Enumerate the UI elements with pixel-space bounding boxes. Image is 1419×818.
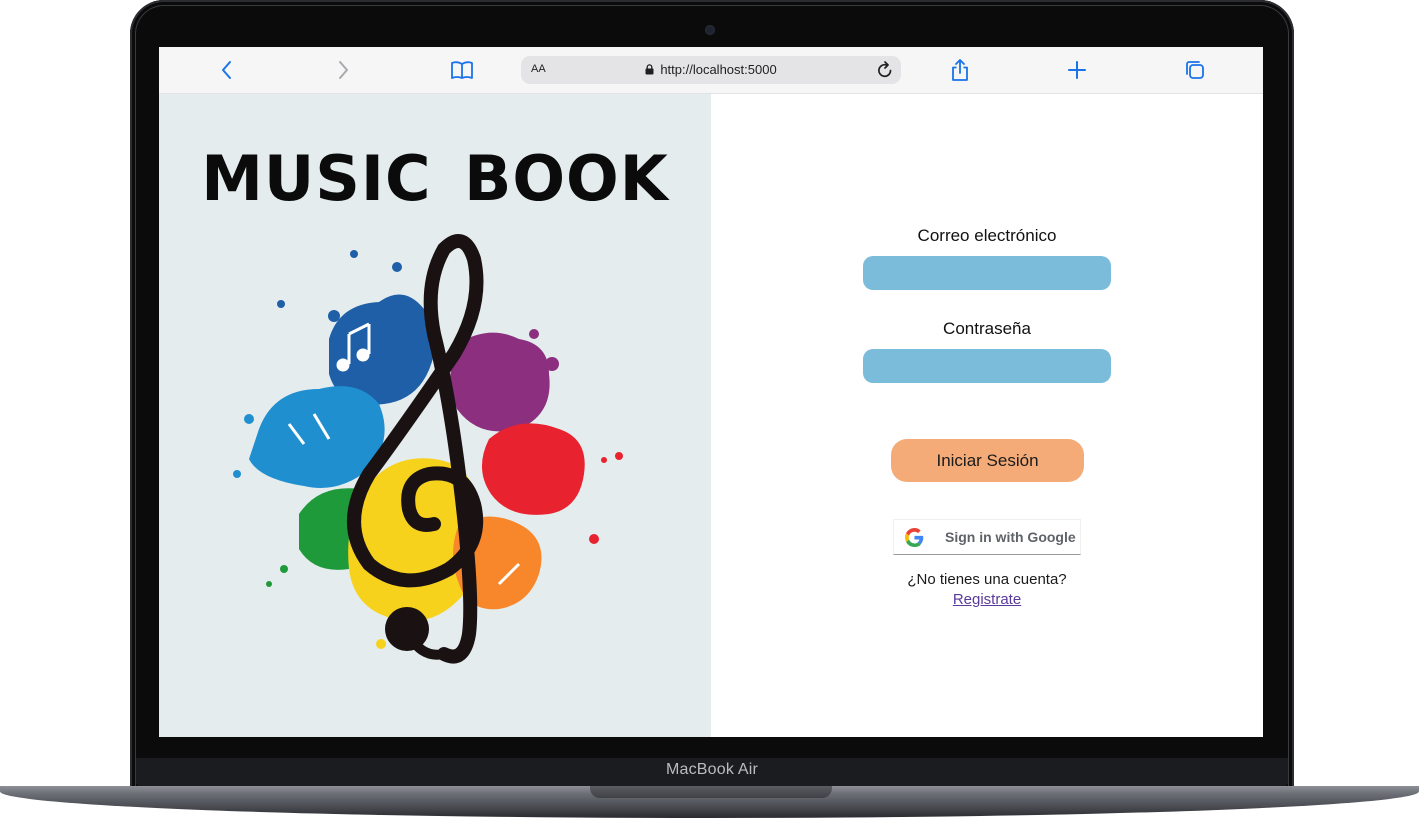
login-button[interactable]: Iniciar Sesión (891, 439, 1084, 482)
chevron-right-icon[interactable] (332, 58, 356, 82)
laptop-chin: MacBook Air (136, 758, 1288, 786)
no-account-text: ¿No tienes una cuenta? (907, 571, 1067, 588)
login-panel: Correo electrónico Contraseña Iniciar Se… (711, 94, 1263, 737)
email-field[interactable] (863, 256, 1111, 290)
google-signin-button[interactable]: Sign in with Google (893, 519, 1081, 555)
brand-title: MUSIC BOOK (201, 142, 669, 215)
plus-icon[interactable] (1065, 58, 1089, 82)
password-field[interactable] (863, 349, 1111, 383)
reload-icon[interactable] (877, 61, 893, 84)
tabs-icon[interactable] (1183, 58, 1207, 82)
address-bar[interactable]: AA http://localhost:5000 (521, 56, 901, 84)
url-text: http://localhost:5000 (660, 62, 777, 77)
register-link[interactable]: Registrate (953, 591, 1021, 608)
email-label: Correo electrónico (917, 226, 1057, 245)
laptop-notch (590, 786, 832, 798)
lock-icon (645, 64, 654, 75)
share-icon[interactable] (948, 58, 972, 82)
model-label: MacBook Air (665, 761, 758, 778)
google-signin-label: Sign in with Google (945, 529, 1076, 545)
book-icon[interactable] (450, 58, 474, 82)
browser-window: AA http://localhost:5000 MUSIC BOOK Corr… (159, 47, 1263, 737)
password-label: Contraseña (943, 319, 1031, 338)
chevron-left-icon[interactable] (214, 58, 238, 82)
treble-clef-illustration (233, 234, 623, 664)
browser-toolbar: AA http://localhost:5000 (159, 47, 1263, 94)
google-logo-icon (905, 527, 924, 547)
camera-icon (706, 26, 714, 34)
brand-panel: MUSIC BOOK (159, 94, 711, 737)
